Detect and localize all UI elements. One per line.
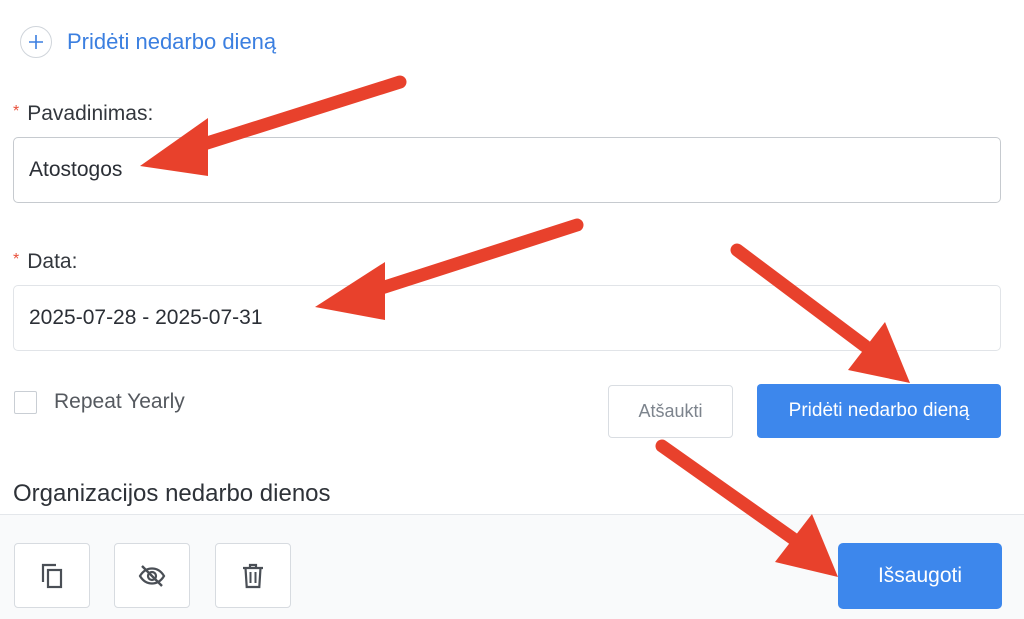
repeat-yearly-checkbox[interactable] — [14, 390, 37, 414]
name-field-label: * Pavadinimas: — [13, 102, 153, 126]
name-label-text: Pavadinimas: — [27, 102, 154, 125]
required-mark: * — [13, 251, 20, 268]
trash-icon — [243, 563, 263, 588]
required-mark: * — [13, 103, 20, 120]
repeat-yearly-label[interactable]: Repeat Yearly — [54, 390, 185, 414]
delete-button[interactable] — [215, 543, 291, 608]
copy-button[interactable] — [14, 543, 90, 608]
copy-icon — [41, 563, 63, 588]
date-field-label: * Data: — [13, 250, 77, 274]
section-title: Organizacijos nedarbo dienos — [13, 480, 331, 507]
repeat-yearly-option[interactable]: Repeat Yearly — [14, 390, 185, 414]
save-button[interactable]: Išsaugoti — [838, 543, 1002, 609]
date-label-text: Data: — [27, 250, 78, 273]
add-holiday-label[interactable]: Pridėti nedarbo dieną — [67, 29, 276, 55]
date-range-input[interactable] — [13, 285, 1001, 351]
plus-icon[interactable] — [20, 26, 52, 58]
add-holiday-button[interactable]: Pridėti nedarbo dieną — [757, 384, 1001, 438]
name-input[interactable] — [13, 137, 1001, 203]
cancel-button[interactable]: Atšaukti — [608, 385, 733, 438]
hide-button[interactable] — [114, 543, 190, 608]
add-holiday-link[interactable]: Pridėti nedarbo dieną — [20, 26, 276, 58]
eye-off-icon — [138, 564, 166, 587]
